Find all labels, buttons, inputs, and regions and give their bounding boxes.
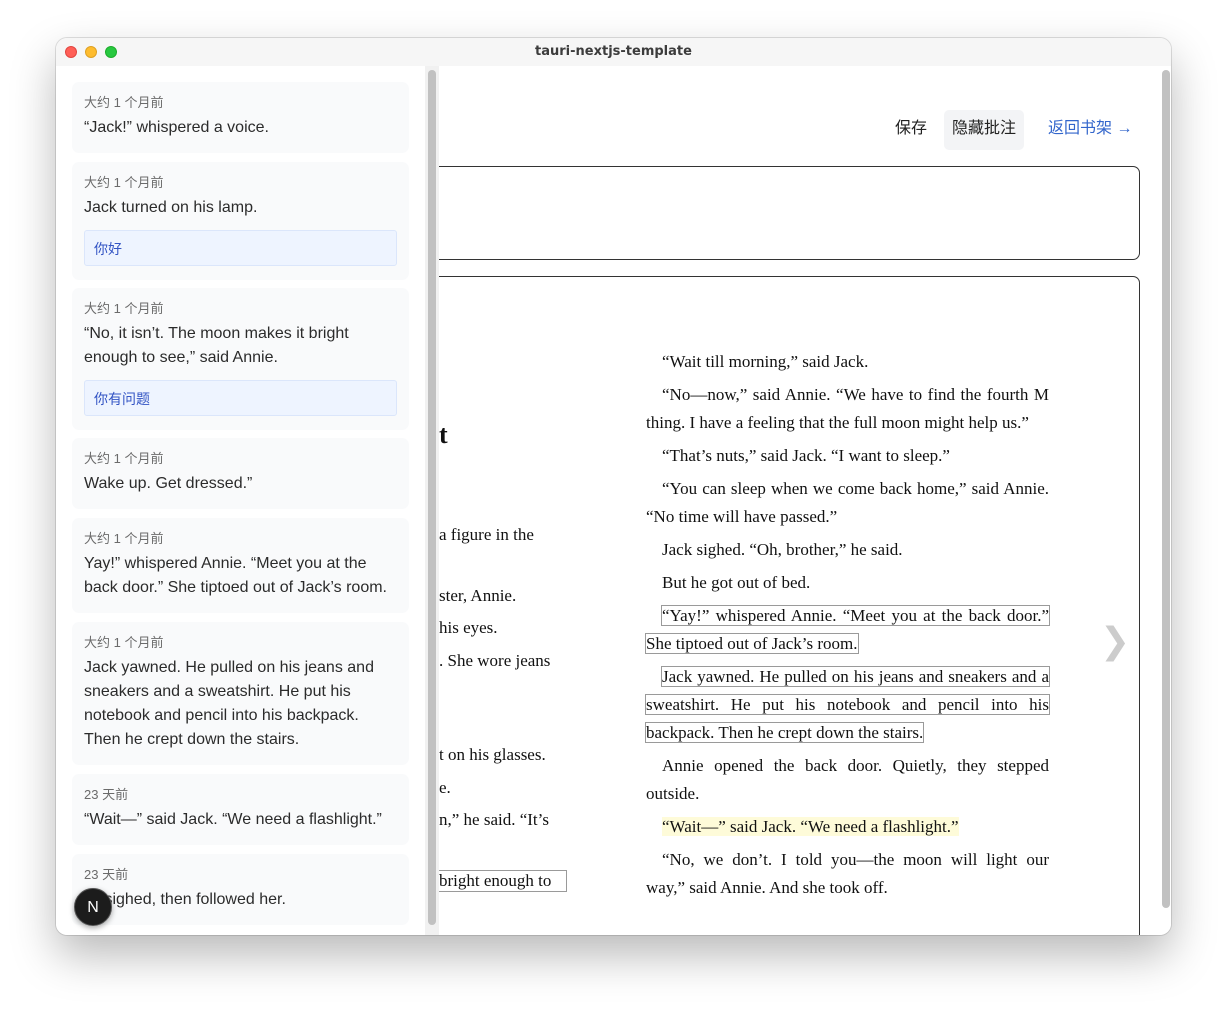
annotation-card[interactable]: 大约 1 个月前 Wake up. Get dressed.”: [72, 438, 409, 509]
annotations-sidebar: 大约 1 个月前 “Jack!” whispered a voice. 大约 1…: [56, 66, 426, 935]
highlighted-paragraph[interactable]: Jack yawned. He pulled on his jeans and …: [645, 663, 1050, 747]
annotation-quote: Jack turned on his lamp.: [84, 199, 258, 216]
annotation-time: 大约 1 个月前: [84, 301, 164, 316]
left-highlighted-fragment[interactable]: bright enough to: [438, 870, 567, 892]
left-text-fragment: n,” he said. “It’s: [439, 810, 549, 829]
annotation-card[interactable]: 23 天前 “Wait—” said Jack. “We need a flas…: [72, 774, 409, 845]
annotation-note[interactable]: 你有问题: [84, 380, 397, 416]
yellow-highlight-mark[interactable]: “Wait—” said Jack. “We need a flashlight…: [662, 817, 959, 836]
back-to-shelf-link[interactable]: 返回书架 →: [1048, 110, 1132, 150]
highlighted-paragraph[interactable]: “Yay!” whispered Annie. “Meet you at the…: [645, 602, 1050, 658]
paragraph: But he got out of bed.: [662, 573, 811, 592]
window-title: tauri-nextjs-template: [535, 44, 692, 59]
annotation-time: 大约 1 个月前: [84, 451, 164, 466]
annotation-time: 大约 1 个月前: [84, 531, 164, 546]
annotation-quote: ck sighed, then followed her.: [84, 891, 286, 908]
paragraph: “That’s nuts,” said Jack. “I want to sle…: [662, 446, 950, 465]
paragraph: “No—now,” said Annie. “We have to find t…: [646, 385, 1049, 432]
paragraph: “Wait till morning,” said Jack.: [662, 352, 869, 371]
paragraph: Jack sighed. “Oh, brother,” he said.: [662, 540, 903, 559]
right-page-column: “Wait till morning,” said Jack. “No—now,…: [645, 348, 1050, 907]
left-text-fragment: e.: [439, 778, 451, 797]
left-heading-fragment: t: [439, 420, 448, 449]
sidebar-scrollbar-thumb[interactable]: [428, 70, 436, 925]
annotation-quote: “Jack!” whispered a voice.: [84, 119, 269, 136]
highlight-mark[interactable]: “Yay!” whispered Annie. “Meet you at the…: [645, 605, 1050, 654]
save-button[interactable]: 保存: [895, 110, 927, 150]
paragraph: Annie opened the back door. Quietly, the…: [646, 756, 1049, 803]
annotation-card[interactable]: 大约 1 个月前 Jack yawned. He pulled on his j…: [72, 622, 409, 765]
left-text-fragment: . She wore jeans: [439, 651, 551, 670]
paragraph: “No, we don’t. I told you—the moon will …: [646, 850, 1049, 897]
left-text-fragment: ster, Annie.: [439, 586, 517, 605]
annotation-quote: Yay!” whispered Annie. “Meet you at the …: [84, 555, 387, 596]
main-scrollbar-thumb[interactable]: [1162, 70, 1170, 908]
annotation-note[interactable]: 你好: [84, 230, 397, 266]
app-window: tauri-nextjs-template 大约 1 个月前 “Jack!” w…: [56, 38, 1171, 935]
nextjs-dev-indicator-button[interactable]: N: [74, 888, 112, 926]
annotation-card[interactable]: 大约 1 个月前 Yay!” whispered Annie. “Meet yo…: [72, 518, 409, 613]
annotation-time: 大约 1 个月前: [84, 95, 164, 110]
title-bar: tauri-nextjs-template: [56, 38, 1171, 66]
annotation-quote: Wake up. Get dressed.”: [84, 475, 253, 492]
annotation-quote: “Wait—” said Jack. “We need a flashlight…: [84, 811, 382, 828]
yellow-highlighted-paragraph[interactable]: “Wait—” said Jack. “We need a flashlight…: [646, 813, 1049, 841]
annotation-time: 大约 1 个月前: [84, 635, 164, 650]
main-scrollbar[interactable]: [1159, 68, 1171, 935]
sidebar-scrollbar[interactable]: [425, 66, 439, 935]
left-text-fragment: t on his glasses.: [439, 745, 546, 764]
left-text-fragment: his eyes.: [439, 618, 498, 637]
left-text-fragment: a figure in the: [439, 525, 534, 544]
paragraph: “You can sleep when we come back home,” …: [646, 479, 1049, 526]
annotation-card[interactable]: 23 天前 ck sighed, then followed her.: [72, 854, 409, 925]
annotation-time: 大约 1 个月前: [84, 175, 164, 190]
annotation-time: 23 天前: [84, 787, 129, 802]
annotation-time: 23 天前: [84, 867, 129, 882]
annotation-card[interactable]: 大约 1 个月前 “Jack!” whispered a voice.: [72, 82, 409, 153]
highlight-mark[interactable]: Jack yawned. He pulled on his jeans and …: [645, 666, 1050, 743]
hide-annotations-button[interactable]: 隐藏批注: [944, 110, 1024, 150]
annotation-quote: Jack yawned. He pulled on his jeans and …: [84, 659, 374, 748]
annotation-card[interactable]: 大约 1 个月前 Jack turned on his lamp. 你好: [72, 162, 409, 280]
annotation-quote: “No, it isn’t. The moon makes it bright …: [84, 325, 349, 366]
top-panel: [439, 166, 1140, 260]
annotation-card[interactable]: 大约 1 个月前 “No, it isn’t. The moon makes i…: [72, 288, 409, 430]
next-page-arrow-icon[interactable]: ❯: [1100, 621, 1130, 662]
reader-main: 保存 隐藏批注 返回书架 → t a figure in the ster, A…: [438, 66, 1171, 935]
